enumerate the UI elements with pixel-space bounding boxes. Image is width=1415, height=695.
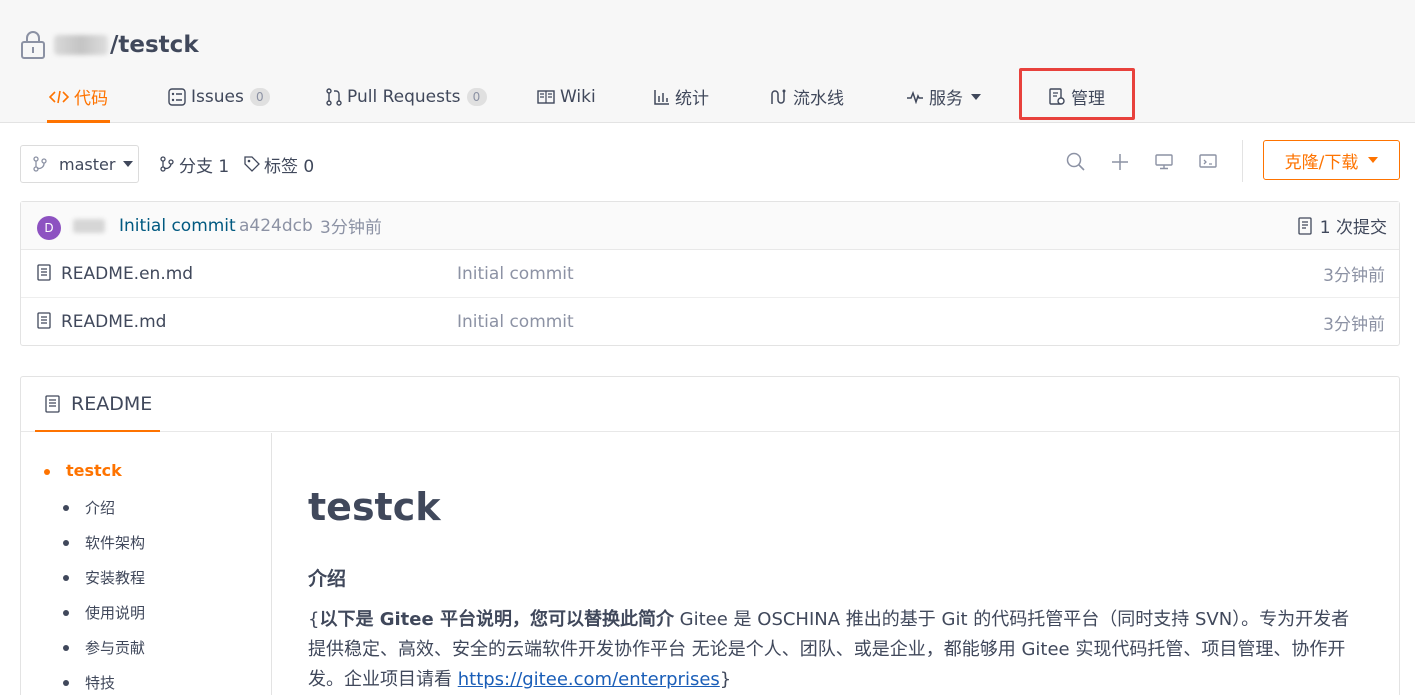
file-commit-time: 3分钟前 [1323, 266, 1385, 286]
document-icon [45, 394, 60, 413]
repo-name[interactable]: /testck [110, 32, 199, 58]
tab-code[interactable]: 代码 [47, 70, 110, 123]
enterprises-link[interactable]: https://gitee.com/enterprises [458, 669, 720, 690]
toc-item[interactable]: 介绍 [62, 497, 115, 518]
issues-count-badge: 0 [249, 87, 270, 106]
toolbar-divider [1242, 140, 1243, 182]
issues-icon [168, 87, 186, 106]
clone-download-label: 克隆/下载 [1284, 152, 1359, 173]
pull-requests-count-badge: 0 [466, 87, 487, 106]
tab-pipeline[interactable]: 流水线 [770, 70, 844, 123]
commit-count-label: 1 次提交 [1319, 218, 1387, 238]
tab-wiki[interactable]: Wiki [537, 70, 596, 123]
toc-item[interactable]: 特技 [62, 672, 115, 693]
commits-icon [1298, 216, 1312, 235]
tags-link[interactable]: 标签 0 [244, 145, 314, 183]
lock-icon [20, 30, 46, 60]
branches-label: 分支 1 [179, 156, 230, 177]
chevron-down-icon [971, 93, 981, 100]
readme-panel: README testck 介绍 软件架构 安装教程 使用说明 参与贡献 特技 … [20, 376, 1400, 695]
file-commit-message[interactable]: Initial commit [457, 264, 574, 284]
toc-item[interactable]: testck [44, 461, 122, 480]
bar-chart-icon [654, 89, 669, 105]
branch-icon [160, 156, 174, 172]
tab-pipeline-label: 流水线 [793, 89, 844, 109]
clone-download-button[interactable]: 克隆/下载 [1263, 140, 1400, 180]
file-icon [37, 312, 51, 334]
commit-time: 3分钟前 [320, 218, 382, 238]
tags-label: 标签 0 [264, 156, 315, 177]
monitor-icon[interactable] [1142, 150, 1186, 174]
chevron-down-icon [123, 161, 134, 167]
pulse-icon [907, 90, 923, 104]
repo-owner-redacted[interactable] [54, 35, 108, 55]
tab-issues-label: Issues [191, 86, 244, 107]
tab-stats[interactable]: 统计 [654, 70, 709, 123]
chevron-down-icon [1368, 157, 1379, 163]
toc-item[interactable]: 安装教程 [62, 567, 145, 588]
book-icon [537, 89, 555, 104]
repo-toolbar: master 分支 1 标签 0 克隆/下载 [20, 140, 1400, 184]
pipeline-icon [771, 89, 786, 104]
file-icon [37, 264, 51, 286]
file-list: D Initial commit a424dcb 3分钟前 1 次提交 READ… [20, 201, 1400, 346]
toc-item[interactable]: 软件架构 [62, 532, 145, 553]
readme-tab[interactable]: README [35, 377, 160, 432]
tab-services-label: 服务 [929, 89, 963, 109]
latest-commit-row: D Initial commit a424dcb 3分钟前 1 次提交 [21, 202, 1399, 250]
readme-tab-label: README [71, 392, 153, 415]
file-commit-message[interactable]: Initial commit [457, 312, 574, 332]
commit-count-link[interactable]: 1 次提交 [1298, 213, 1387, 238]
tab-code-label: 代码 [74, 89, 108, 109]
branch-icon [33, 156, 47, 172]
tab-pull-requests-label: Pull Requests [347, 86, 461, 107]
para-close-brace: } [719, 669, 732, 690]
plus-icon[interactable] [1098, 150, 1142, 174]
readme-toc: testck 介绍 软件架构 安装教程 使用说明 参与贡献 特技 [21, 433, 272, 695]
tab-pull-requests[interactable]: Pull Requests 0 [326, 70, 487, 123]
branches-link[interactable]: 分支 1 [159, 145, 229, 183]
commit-message-link[interactable]: Initial commit [119, 216, 236, 236]
para-bold: 以下是 Gitee 平台说明，您可以替换此简介 [319, 609, 674, 630]
repo-header: /testck 代码 Issues 0 Pull Requests 0 Wiki… [0, 0, 1415, 123]
file-row[interactable]: README.md Initial commit 3分钟前 [21, 298, 1399, 346]
avatar[interactable]: D [37, 216, 61, 240]
branch-name: master [59, 154, 116, 174]
tab-stats-label: 统计 [675, 89, 709, 109]
tag-icon [244, 156, 260, 172]
readme-section-heading: 介绍 [308, 568, 347, 590]
toc-item[interactable]: 参与贡献 [62, 637, 145, 658]
tab-issues[interactable]: Issues 0 [168, 70, 270, 123]
repo-title: /testck [20, 28, 199, 62]
file-row[interactable]: README.en.md Initial commit 3分钟前 [21, 250, 1399, 298]
pull-request-icon [326, 87, 342, 106]
commit-author-redacted[interactable] [73, 219, 105, 233]
toolbar-icons [1054, 150, 1230, 174]
manage-highlight-box [1019, 68, 1135, 120]
branch-select[interactable]: master [20, 145, 139, 183]
code-icon [49, 90, 69, 103]
para-open-brace: { [308, 609, 320, 630]
web-ide-icon[interactable] [1186, 150, 1230, 174]
file-commit-time: 3分钟前 [1323, 314, 1385, 335]
tab-services[interactable]: 服务 [906, 70, 981, 123]
repo-nav: 代码 Issues 0 Pull Requests 0 Wiki 统计 流水线 … [0, 70, 1415, 123]
search-icon[interactable] [1054, 150, 1098, 174]
tab-wiki-label: Wiki [560, 86, 596, 107]
file-name-link[interactable]: README.md [61, 312, 166, 332]
readme-header: README [21, 377, 1399, 432]
readme-title: testck [308, 485, 441, 529]
readme-paragraph: {以下是 Gitee 平台说明，您可以替换此简介 Gitee 是 OSCHINA… [308, 605, 1353, 695]
file-name-link[interactable]: README.en.md [61, 264, 193, 284]
toc-item[interactable]: 使用说明 [62, 602, 145, 623]
commit-sha-link[interactable]: a424dcb [239, 216, 313, 236]
